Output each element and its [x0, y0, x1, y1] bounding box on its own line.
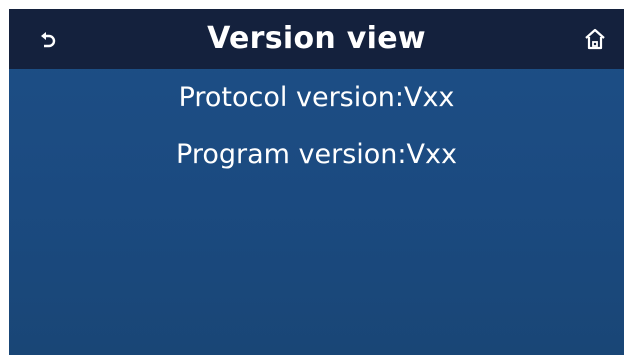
program-version-text: Program version:Vxx	[176, 139, 457, 170]
version-view-screen: Version view Protocol version:Vxx Progra…	[9, 9, 624, 355]
home-button[interactable]	[580, 24, 610, 54]
header-bar: Version view	[9, 9, 624, 69]
home-icon	[585, 28, 605, 50]
page-title: Version view	[207, 21, 426, 56]
protocol-version-text: Protocol version:Vxx	[178, 82, 455, 113]
version-info: Protocol version:Vxx Program version:Vxx	[9, 81, 624, 195]
